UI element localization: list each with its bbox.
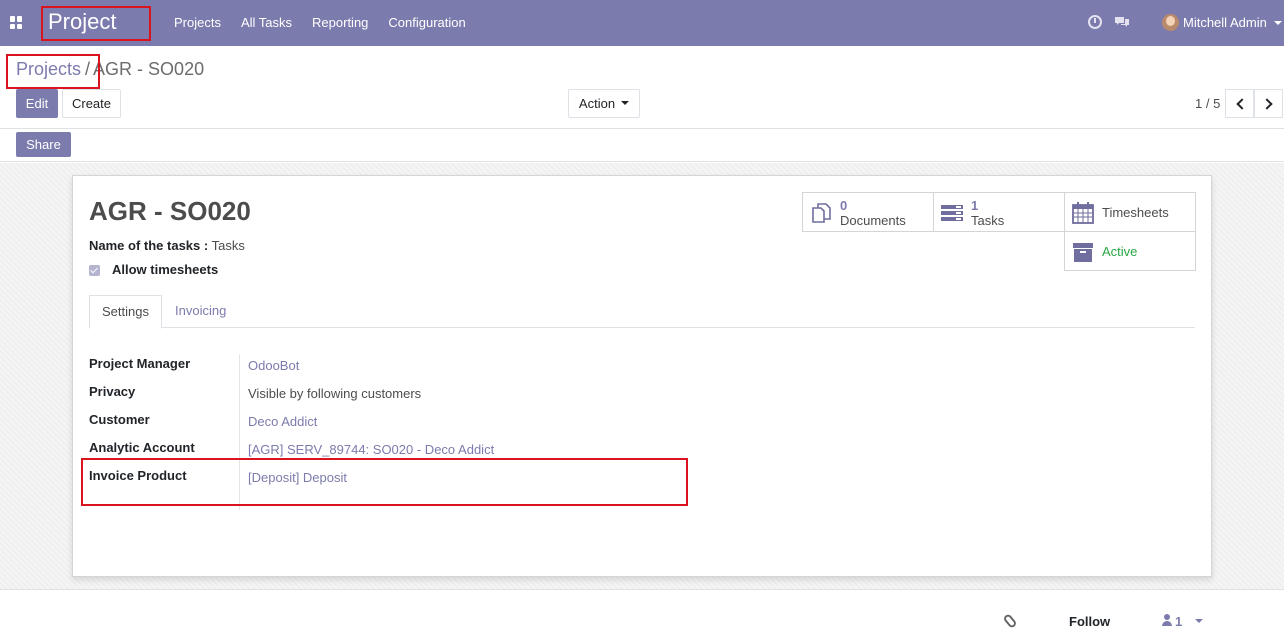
invoice-product-value[interactable]: [Deposit] Deposit	[248, 470, 347, 485]
active-status-label: Active	[1102, 244, 1138, 259]
menu-item-reporting[interactable]: Reporting	[302, 0, 378, 46]
clock-icon[interactable]	[1088, 15, 1102, 29]
allow-timesheets-label: Allow timesheets	[112, 262, 219, 277]
privacy-label: Privacy	[89, 384, 136, 399]
edit-button[interactable]: Edit	[16, 89, 58, 118]
project-manager-label: Project Manager	[89, 356, 191, 371]
analytic-account-value[interactable]: [AGR] SERV_89744: SO020 - Deco Addict	[248, 442, 494, 457]
create-button[interactable]: Create	[62, 89, 121, 118]
tab-invoicing[interactable]: Invoicing	[163, 295, 238, 328]
active-toggle-button[interactable]: Active	[1064, 231, 1196, 271]
action-dropdown[interactable]: Action	[568, 89, 640, 118]
calendar-icon	[1072, 202, 1094, 224]
chevron-down-icon[interactable]	[1274, 21, 1282, 25]
avatar[interactable]	[1162, 14, 1179, 31]
user-icon[interactable]	[1162, 614, 1172, 626]
invoice-product-label: Invoice Product	[89, 468, 187, 483]
action-label: Action	[578, 96, 616, 111]
chevron-right-icon	[1261, 98, 1273, 110]
tasks-smart-button[interactable]: 1 Tasks	[933, 192, 1065, 232]
followers-count[interactable]: 1	[1175, 614, 1182, 629]
customer-value[interactable]: Deco Addict	[248, 414, 317, 429]
chevron-left-icon	[1236, 98, 1248, 110]
archive-icon	[1073, 243, 1093, 262]
form-sheet: AGR - SO020 Name of the tasks : Tasks Al…	[72, 175, 1212, 577]
form-statusbar: Share	[0, 129, 1284, 162]
documents-label: Documents	[840, 213, 906, 228]
tasks-label: Tasks	[971, 213, 1005, 228]
caret-down-icon	[621, 101, 630, 106]
tasks-text: 1 Tasks	[971, 198, 1004, 228]
tasks-name-field: Name of the tasks : Tasks	[89, 238, 245, 253]
allow-timesheets-checkbox[interactable]	[89, 265, 100, 276]
main-menu: Projects All Tasks Reporting Configurati…	[164, 0, 476, 46]
breadcrumb-current: AGR - SO020	[93, 59, 205, 79]
field-divider	[239, 354, 240, 510]
pager-next-button[interactable]	[1254, 89, 1283, 118]
chat-icon[interactable]	[1114, 16, 1130, 28]
documents-smart-button[interactable]: 0 Documents	[802, 192, 934, 232]
analytic-account-label: Analytic Account	[89, 440, 195, 455]
follow-button[interactable]: Follow	[1069, 614, 1110, 629]
followers-dropdown-icon[interactable]	[1195, 619, 1203, 623]
menu-item-configuration[interactable]: Configuration	[378, 0, 475, 46]
apps-icon[interactable]	[10, 16, 23, 29]
timesheets-smart-button[interactable]: Timesheets	[1064, 192, 1196, 232]
tasks-icon	[941, 205, 963, 221]
documents-text: 0 Documents	[840, 198, 906, 228]
top-navbar: Project Projects All Tasks Reporting Con…	[0, 0, 1284, 46]
pager-previous-button[interactable]	[1225, 89, 1254, 118]
documents-count: 0	[840, 198, 848, 213]
notebook-tabs: Settings Invoicing	[89, 295, 1195, 329]
documents-icon	[812, 203, 831, 223]
breadcrumb-separator: /	[85, 59, 91, 79]
app-brand[interactable]: Project	[48, 9, 116, 35]
share-button[interactable]: Share	[16, 132, 71, 157]
breadcrumb-projects[interactable]: Projects	[16, 59, 81, 79]
project-manager-value[interactable]: OdooBot	[248, 358, 299, 373]
menu-item-all-tasks[interactable]: All Tasks	[231, 0, 302, 46]
tasks-name-value[interactable]: Tasks	[212, 238, 245, 253]
breadcrumb: Projects / AGR - SO020	[16, 59, 204, 80]
menu-item-projects[interactable]: Projects	[164, 0, 231, 46]
record-title[interactable]: AGR - SO020	[89, 196, 251, 227]
pager-value[interactable]: 1 / 5	[1195, 96, 1220, 111]
tasks-count: 1	[971, 198, 979, 213]
timesheets-label: Timesheets	[1102, 205, 1169, 220]
tasks-name-label: Name of the tasks :	[89, 238, 209, 253]
user-menu[interactable]: Mitchell Admin	[1183, 15, 1267, 30]
privacy-value[interactable]: Visible by following customers	[248, 386, 421, 401]
customer-label: Customer	[89, 412, 150, 427]
tab-settings[interactable]: Settings	[89, 295, 162, 329]
